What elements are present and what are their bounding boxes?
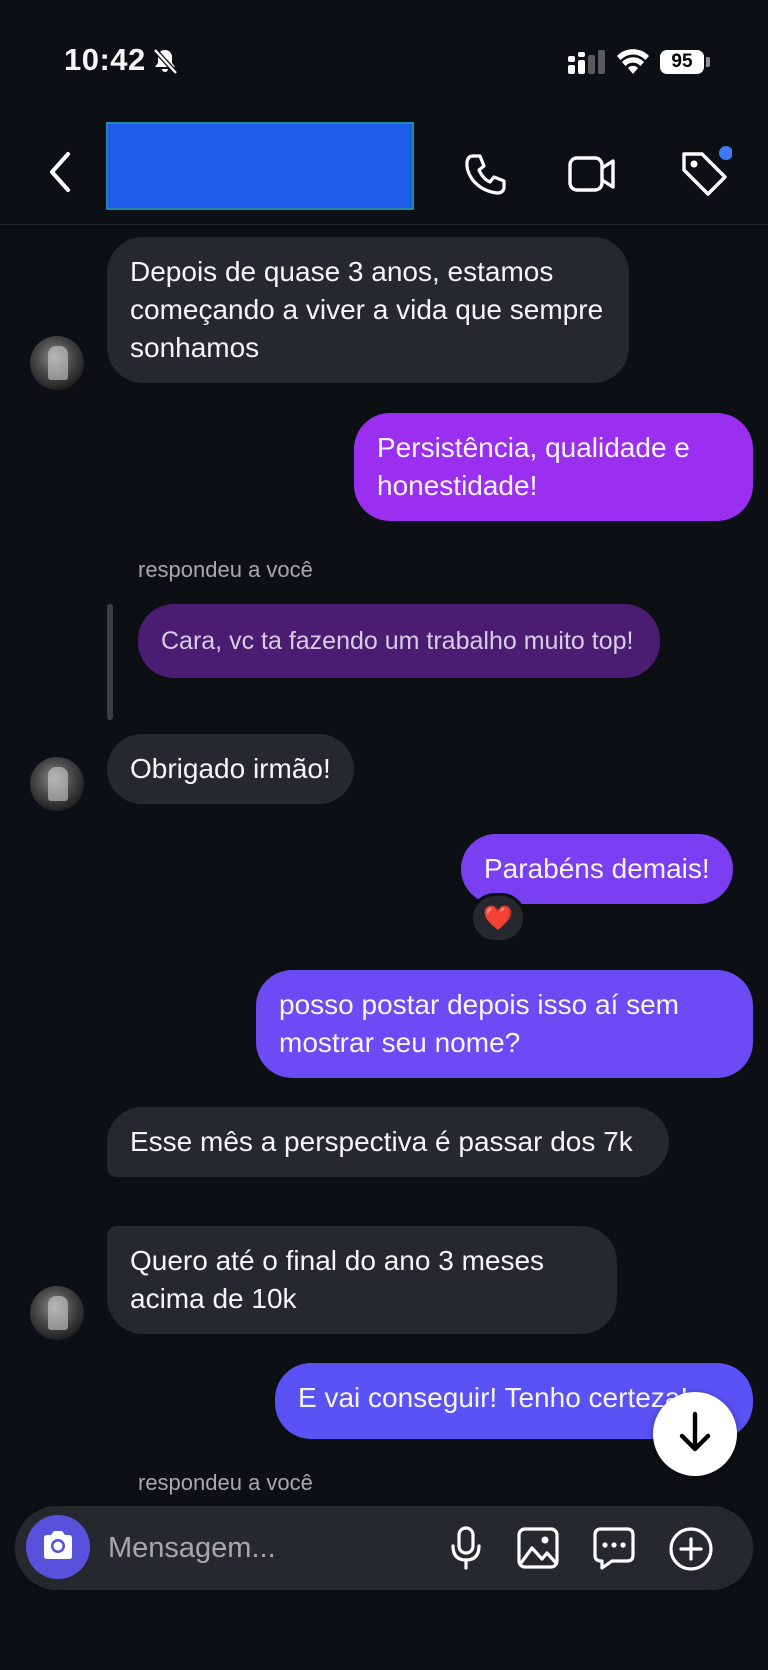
tag-icon[interactable] xyxy=(676,146,734,200)
avatar[interactable] xyxy=(30,336,84,390)
phone-icon[interactable] xyxy=(460,148,512,200)
microphone-icon[interactable] xyxy=(444,1524,488,1572)
bell-slash-icon xyxy=(150,46,180,81)
wifi-icon xyxy=(616,48,650,81)
avatar[interactable] xyxy=(30,757,84,811)
contact-name-redacted[interactable] xyxy=(106,122,414,210)
message-incoming[interactable]: Quero até o final do ano 3 meses acima d… xyxy=(107,1226,617,1334)
message-incoming[interactable]: Esse mês a perspectiva é passar dos 7k xyxy=(107,1107,669,1177)
plus-circle-icon[interactable] xyxy=(666,1524,716,1574)
header-divider xyxy=(0,224,768,225)
message-outgoing[interactable]: Persistência, qualidade e honestidade! xyxy=(354,413,753,521)
status-time: 10:42 xyxy=(64,42,146,77)
back-chevron-icon[interactable] xyxy=(40,148,80,196)
sticker-icon[interactable] xyxy=(590,1524,638,1572)
gallery-icon[interactable] xyxy=(514,1524,562,1572)
battery-indicator: 95 xyxy=(660,50,704,74)
message-input[interactable] xyxy=(106,1525,430,1571)
message-outgoing[interactable]: posso postar depois isso aí sem mostrar … xyxy=(256,970,753,1078)
cellular-icon xyxy=(568,50,608,81)
camera-button[interactable] xyxy=(26,1515,90,1579)
camera-icon xyxy=(40,1529,76,1566)
battery-tip xyxy=(706,57,710,67)
arrow-down-icon xyxy=(677,1410,713,1459)
reply-bar xyxy=(107,604,113,720)
message-incoming[interactable]: Obrigado irmão! xyxy=(107,734,354,804)
message-incoming[interactable]: Depois de quase 3 anos, estamos começand… xyxy=(107,237,629,383)
reply-label: respondeu a você xyxy=(138,1470,313,1495)
reply-label: respondeu a você xyxy=(138,557,313,582)
heart-reaction[interactable]: ❤️ xyxy=(470,893,526,943)
video-icon[interactable] xyxy=(566,150,618,198)
quoted-message[interactable]: Cara, vc ta fazendo um trabalho muito to… xyxy=(138,604,660,678)
scroll-to-bottom-button[interactable] xyxy=(653,1392,737,1476)
avatar[interactable] xyxy=(30,1286,84,1340)
